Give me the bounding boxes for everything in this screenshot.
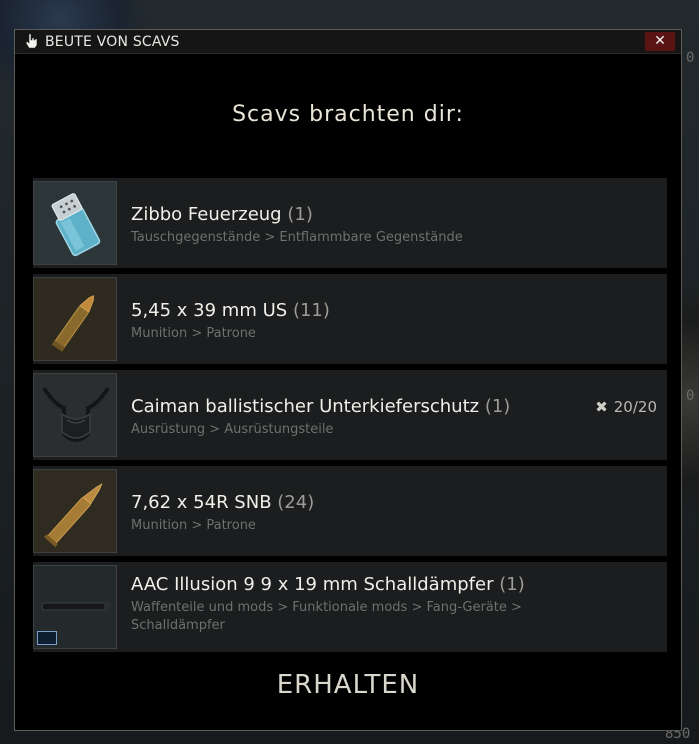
item-title: 7,62 x 54R SNB — [131, 492, 272, 513]
close-icon: ✕ — [654, 33, 666, 49]
item-category: Ausrüstung > Ausrüstungsteile — [131, 422, 334, 437]
item-quantity: (11) — [292, 300, 330, 321]
item-name: AAC Illusion 9 9 x 19 mm Schalldämpfer (… — [131, 574, 525, 595]
item-quantity: (24) — [277, 492, 315, 513]
item-title: Caiman ballistischer Unterkieferschutz — [131, 396, 480, 417]
item-quantity: (1) — [484, 396, 511, 417]
cartridge-icon — [33, 469, 117, 553]
wrench-icon: ✖ — [595, 398, 608, 416]
receive-button[interactable]: ERHALTEN — [15, 670, 681, 700]
item-category: Tauschgegenstände > Entflammbare Gegenst… — [131, 230, 463, 245]
loot-item[interactable]: 7,62 x 54R SNB (24) Munition > Patrone — [33, 466, 667, 556]
loot-item[interactable]: 5,45 x 39 mm US (11) Munition > Patrone — [33, 274, 667, 364]
mod-badge-icon — [37, 631, 57, 645]
item-name: 7,62 x 54R SNB (24) — [131, 492, 314, 513]
cartridge-icon — [33, 277, 117, 361]
item-category: Munition > Patrone — [131, 518, 256, 533]
mandible-guard-icon — [33, 373, 117, 457]
close-button[interactable]: ✕ — [645, 32, 675, 51]
item-name: Zibbo Feuerzeug (1) — [131, 204, 313, 225]
item-category: Waffenteile und mods > Funktionale mods … — [131, 599, 522, 635]
loot-list: Zibbo Feuerzeug (1) Tauschgegenstände > … — [33, 178, 667, 658]
item-quantity: (1) — [287, 204, 313, 225]
dialog-title: BEUTE VON SCAVS — [45, 34, 180, 50]
background-number: 0 — [686, 50, 695, 66]
dialog-heading: Scavs brachten dir: — [232, 102, 464, 127]
durability-value: 20/20 — [613, 398, 657, 416]
loot-item[interactable]: Zibbo Feuerzeug (1) Tauschgegenstände > … — [33, 178, 667, 268]
item-title: 5,45 x 39 mm US — [131, 300, 288, 321]
background-number: 0 — [686, 388, 695, 404]
loot-item[interactable]: AAC Illusion 9 9 x 19 mm Schalldämpfer (… — [33, 562, 667, 652]
item-category: Munition > Patrone — [131, 326, 256, 341]
hand-pointer-icon — [25, 33, 38, 49]
item-name: 5,45 x 39 mm US (11) — [131, 300, 330, 321]
loot-item[interactable]: Caiman ballistischer Unterkieferschutz (… — [33, 370, 667, 460]
item-category-line: Waffenteile und mods > Funktionale mods … — [131, 600, 522, 615]
suppressor-icon — [33, 565, 117, 649]
lighter-icon — [33, 181, 117, 265]
item-category-line: Schalldämpfer — [131, 618, 225, 633]
item-title: AAC Illusion 9 9 x 19 mm Schalldämpfer — [131, 574, 494, 595]
item-title: Zibbo Feuerzeug — [131, 204, 282, 225]
scav-loot-dialog: BEUTE VON SCAVS ✕ Scavs brachten dir: Zi… — [14, 29, 682, 731]
durability-indicator: ✖ 20/20 — [595, 398, 657, 416]
item-quantity: (1) — [499, 574, 525, 595]
item-name: Caiman ballistischer Unterkieferschutz (… — [131, 396, 510, 417]
dialog-titlebar[interactable]: BEUTE VON SCAVS ✕ — [15, 30, 681, 54]
